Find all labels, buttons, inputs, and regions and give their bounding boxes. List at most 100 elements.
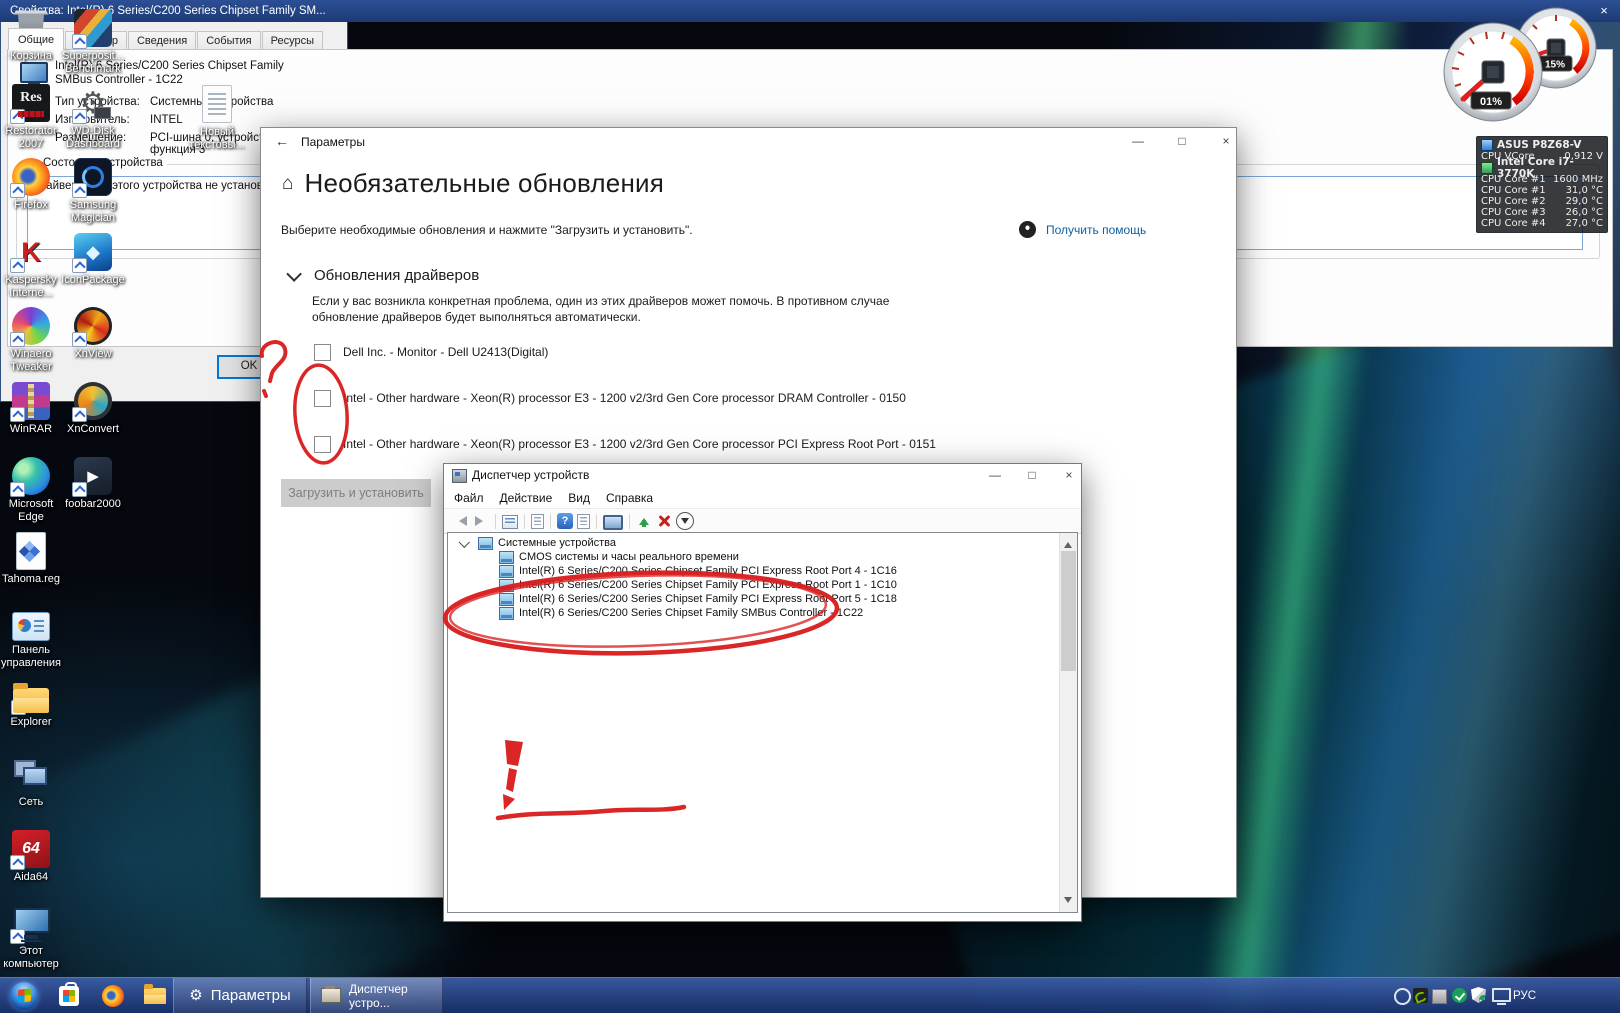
desktop-icon[interactable]: ▶ foobar2000 <box>63 457 123 511</box>
uninstall-device-icon[interactable] <box>656 513 672 529</box>
desktop-icon[interactable]: Winaero Tweaker <box>1 307 61 374</box>
page-subtitle: Выберите необходимые обновления и нажмит… <box>281 223 693 237</box>
scan-hardware-icon[interactable] <box>676 512 694 530</box>
desktop-icon[interactable]: Панель управления <box>1 606 61 670</box>
desktop-icon[interactable]: Firefox <box>1 158 61 212</box>
tree-node-device[interactable]: Intel(R) 6 Series/C200 Series Chipset Fa… <box>448 578 1058 592</box>
update-item[interactable]: Dell Inc. - Monitor - Dell U2413(Digital… <box>314 344 548 361</box>
desktop-icon[interactable]: Этот компьютер <box>1 904 61 971</box>
minimize-button[interactable]: — <box>1123 132 1153 150</box>
desktop-icon-glyph <box>12 904 50 942</box>
update-checkbox[interactable] <box>314 436 331 453</box>
minimize-button[interactable]: — <box>980 466 1010 484</box>
device-manager-window: Диспетчер устройств — □ × ФайлДействиеВи… <box>443 463 1082 922</box>
defender-shield-icon[interactable] <box>1471 987 1486 1003</box>
chevron-down-icon <box>286 266 302 282</box>
desktop-icon[interactable]: XnConvert <box>63 382 123 436</box>
update-driver-icon[interactable] <box>636 513 652 529</box>
device-icon <box>499 607 514 620</box>
toolbar: ? <box>444 508 1081 534</box>
menu-item[interactable]: Файл <box>446 489 492 507</box>
export-icon[interactable] <box>577 514 590 529</box>
close-button[interactable]: × <box>1211 132 1241 150</box>
scroll-down-icon[interactable] <box>1064 897 1072 907</box>
windows-logo-icon <box>18 988 31 1002</box>
driver-updates-section-header[interactable]: Обновления драйверов <box>290 267 479 284</box>
taskbar-explorer-button[interactable] <box>140 978 170 1013</box>
properties-icon[interactable] <box>531 514 544 529</box>
desktop-icon-glyph <box>74 307 112 345</box>
desktop-icon-glyph <box>13 688 49 713</box>
menu-item[interactable]: Действие <box>492 489 561 507</box>
language-indicator[interactable]: РУС <box>1513 978 1536 1013</box>
home-icon: ⌂ <box>282 173 293 195</box>
desktop-icon[interactable]: Сеть <box>1 755 61 809</box>
update-checkbox[interactable] <box>314 390 331 407</box>
menu-item[interactable]: Справка <box>598 489 661 507</box>
back-arrow-icon[interactable]: ← <box>275 133 289 149</box>
desktop-icon[interactable]: ◆ IconPackage <box>63 233 123 287</box>
cpu-gauge-icon[interactable]: 01% <box>1444 23 1542 121</box>
scrollbar[interactable] <box>1059 533 1077 912</box>
help-icon[interactable]: ? <box>557 513 573 529</box>
maximize-button[interactable]: □ <box>1167 132 1197 150</box>
taskbar-firefox-button[interactable] <box>98 978 128 1013</box>
desktop-icon[interactable]: WinRAR <box>1 382 61 436</box>
page-title: Необязательные обновления <box>304 168 664 199</box>
desktop-icon-label: Explorer <box>0 716 71 729</box>
antivirus-shield-icon[interactable] <box>1452 988 1467 1003</box>
update-item[interactable]: Intel - Other hardware - Xeon(R) process… <box>314 390 906 407</box>
device-tree: Системные устройства CMOS системы и часы… <box>447 532 1078 913</box>
update-checkbox[interactable] <box>314 344 331 361</box>
desktop-icon-label: XnConvert <box>53 423 133 436</box>
sensor-row: CPU Core #427,0 °C <box>1481 218 1603 229</box>
device-category-icon <box>478 537 493 550</box>
tray-app-icon[interactable] <box>1432 989 1447 1004</box>
tree-node-device[interactable]: Intel(R) 6 Series/C200 Series Chipset Fa… <box>448 606 1058 620</box>
desktop-icon-label: Сеть <box>0 796 71 809</box>
tree-expand-icon[interactable] <box>459 537 470 548</box>
desktop-icon[interactable]: XnView <box>63 307 123 361</box>
taskbar-window-button[interactable]: Диспетчер устро... <box>310 978 443 1013</box>
tree-node-device[interactable]: CMOS системы и часы реального времени <box>448 550 1058 564</box>
scroll-up-icon[interactable] <box>1064 538 1072 548</box>
start-button[interactable] <box>4 978 44 1013</box>
menu-item[interactable]: Вид <box>560 489 598 507</box>
shortcut-arrow-icon <box>10 183 25 198</box>
tree-node-system-devices[interactable]: Системные устройства <box>448 536 1058 550</box>
back-icon[interactable] <box>453 513 469 529</box>
update-item[interactable]: Intel - Other hardware - Xeon(R) process… <box>314 436 936 453</box>
desktop-icon-glyph <box>12 158 50 196</box>
forward-icon[interactable] <box>473 513 489 529</box>
desktop-icon[interactable]: K Kaspersky Interne... <box>1 233 61 300</box>
shortcut-arrow-icon <box>72 482 87 497</box>
tree-node-device[interactable]: Intel(R) 6 Series/C200 Series Chipset Fa… <box>448 592 1058 606</box>
scrollbar-thumb[interactable] <box>1061 551 1076 671</box>
cortana-icon[interactable] <box>1394 988 1411 1005</box>
desktop-icon[interactable]: Tahoma.reg <box>1 531 61 586</box>
network-icon[interactable] <box>1492 988 1511 1002</box>
shortcut-arrow-icon <box>11 700 26 715</box>
taskbar-store-button[interactable] <box>54 978 84 1013</box>
desktop-icon[interactable]: Explorer <box>1 680 61 729</box>
download-install-button[interactable]: Загрузить и установить <box>281 479 431 507</box>
desktop-icon-glyph <box>12 755 50 793</box>
taskbar-window-button[interactable]: ⚙ Параметры <box>173 978 307 1013</box>
nvidia-icon[interactable] <box>1413 988 1428 1003</box>
shortcut-arrow-icon <box>10 407 25 422</box>
desktop-icon-glyph <box>12 612 50 641</box>
maximize-button[interactable]: □ <box>1017 466 1047 484</box>
close-button[interactable]: × <box>1054 466 1084 484</box>
shortcut-arrow-icon <box>72 332 87 347</box>
get-help-link[interactable]: Получить помощь <box>1019 221 1146 238</box>
hardware-monitor-panel[interactable]: ASUS P8Z68-V CPU VCore0,912 V Intel Core… <box>1476 136 1608 233</box>
shortcut-arrow-icon <box>72 407 87 422</box>
desktop-icon-glyph: ◆ <box>74 233 112 271</box>
console-icon[interactable] <box>502 515 518 529</box>
shortcut-arrow-icon <box>10 855 25 870</box>
desktop-icon[interactable]: Samsung Magician <box>63 158 123 225</box>
tree-node-device[interactable]: Intel(R) 6 Series/C200 Series Chipset Fa… <box>448 564 1058 578</box>
desktop-icon[interactable]: Microsoft Edge <box>1 457 61 524</box>
desktop-icon[interactable]: 64 Aida64 <box>1 830 61 884</box>
computer-icon[interactable] <box>603 515 623 530</box>
